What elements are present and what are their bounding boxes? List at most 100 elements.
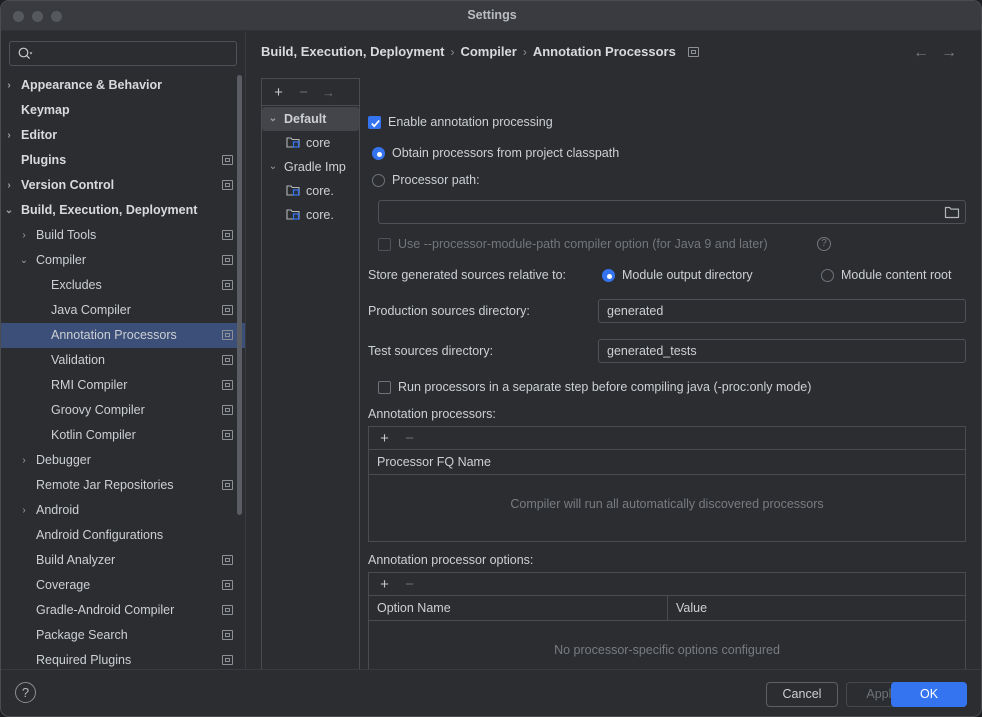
sidebar-item-label: Groovy Compiler (51, 403, 145, 417)
sidebar-item-label: Appearance & Behavior (21, 78, 163, 92)
chevron-down-icon[interactable]: ⌄ (1, 198, 17, 223)
sidebar-item-compiler[interactable]: ⌄ Compiler (1, 248, 245, 273)
nav-back-icon[interactable]: ← (910, 45, 932, 61)
store-relative-label: Store generated sources relative to: (368, 268, 567, 282)
enable-annotation-processing-checkbox[interactable] (368, 116, 381, 129)
settings-sidebar: › Appearance & Behavior Keymap › Editor Plugi… (1, 31, 246, 669)
processors-table-toolbar: + − (369, 427, 965, 450)
test-sources-input[interactable] (598, 339, 966, 363)
sidebar-item-build-analyzer[interactable]: Build Analyzer (1, 548, 245, 573)
processor-module-path-checkbox[interactable] (378, 238, 391, 251)
move-to-profile-button[interactable]: → (319, 83, 338, 102)
module-folder-icon (286, 185, 300, 196)
annotation-processors-table: + − Processor FQ Name Compiler will run … (368, 426, 966, 542)
help-icon[interactable]: ? (15, 682, 36, 703)
profile-item[interactable]: ⌄ Gradle Imp (262, 155, 359, 179)
breadcrumb-segment[interactable]: Compiler (460, 44, 516, 59)
add-option-button[interactable]: + (375, 575, 394, 594)
sidebar-item-version-control[interactable]: › Version Control (1, 173, 245, 198)
module-content-root-radio[interactable] (821, 269, 834, 282)
sidebar-item-label: Java Compiler (51, 303, 131, 317)
settings-content: Build, Execution, Deployment › Compiler › An… (246, 31, 981, 688)
cancel-button[interactable]: Cancel (766, 682, 838, 707)
sidebar-item-appearance-behavior[interactable]: › Appearance & Behavior (1, 73, 245, 98)
obtain-from-classpath-radio[interactable] (372, 147, 385, 160)
project-scope-icon (222, 405, 233, 415)
profile-item[interactable]: core. (262, 203, 359, 227)
project-scope-icon (222, 580, 233, 590)
search-input[interactable] (38, 42, 234, 65)
project-scope-icon (222, 605, 233, 615)
profile-item[interactable]: core (262, 131, 359, 155)
chevron-right-icon[interactable]: › (16, 448, 32, 473)
remove-profile-button[interactable]: − (294, 83, 313, 102)
profile-item[interactable]: ⌄ Default (262, 107, 359, 131)
production-sources-input[interactable] (598, 299, 966, 323)
separate-step-checkbox[interactable] (378, 381, 391, 394)
sidebar-item-rmi-compiler[interactable]: RMI Compiler (1, 373, 245, 398)
sidebar-item-android-configurations[interactable]: Android Configurations (1, 523, 245, 548)
annotation-processor-options-title: Annotation processor options: (368, 553, 534, 567)
chevron-down-icon[interactable]: ⌄ (16, 248, 32, 273)
project-scope-icon (222, 380, 233, 390)
column-value[interactable]: Value (668, 596, 707, 620)
sidebar-item-label: Coverage (36, 578, 91, 592)
project-scope-icon (687, 47, 699, 57)
breadcrumb-segment[interactable]: Annotation Processors (533, 44, 676, 59)
remove-option-button[interactable]: − (400, 575, 419, 594)
sidebar-item-remote-jar-repositories[interactable]: Remote Jar Repositories (1, 473, 245, 498)
sidebar-item-build-execution-deployment[interactable]: ⌄ Build, Execution, Deployment (1, 198, 245, 223)
sidebar-item-groovy-compiler[interactable]: Groovy Compiler (1, 398, 245, 423)
sidebar-item-required-plugins[interactable]: Required Plugins (1, 648, 245, 669)
sidebar-item-plugins[interactable]: Plugins (1, 148, 245, 173)
project-scope-icon (222, 180, 233, 190)
chevron-right-icon[interactable]: › (1, 123, 17, 148)
add-profile-button[interactable]: + (269, 83, 288, 102)
module-output-directory-radio[interactable] (602, 269, 615, 282)
search-box[interactable] (9, 41, 237, 66)
processor-path-radio[interactable] (372, 174, 385, 187)
chevron-down-icon[interactable]: ⌄ (266, 107, 280, 131)
sidebar-item-label: Keymap (21, 103, 70, 117)
chevron-right-icon[interactable]: › (16, 223, 32, 248)
module-output-directory-label: Module output directory (622, 268, 753, 282)
chevron-right-icon[interactable]: › (16, 498, 32, 523)
nav-forward-icon[interactable]: → (938, 45, 960, 61)
sidebar-item-build-tools[interactable]: › Build Tools (1, 223, 245, 248)
annotation-processors-pane: Enable annotation processing Obtain proc… (368, 78, 968, 688)
sidebar-item-label: Annotation Processors (51, 328, 177, 342)
processor-module-path-help-icon[interactable]: ? (817, 237, 831, 251)
sidebar-item-package-search[interactable]: Package Search (1, 623, 245, 648)
sidebar-item-excludes[interactable]: Excludes (1, 273, 245, 298)
folder-icon[interactable] (941, 201, 963, 223)
remove-processor-button[interactable]: − (400, 429, 419, 448)
settings-dialog: Settings › Appearance & Behavior Keymap › Ed… (0, 0, 982, 717)
sidebar-item-label: Debugger (36, 453, 91, 467)
profile-item[interactable]: core. (262, 179, 359, 203)
add-processor-button[interactable]: + (375, 429, 394, 448)
ok-button[interactable]: OK (891, 682, 967, 707)
sidebar-item-kotlin-compiler[interactable]: Kotlin Compiler (1, 423, 245, 448)
search-icon (17, 46, 33, 62)
annotation-processors-table-title: Annotation processors: (368, 407, 496, 421)
breadcrumb-segment[interactable]: Build, Execution, Deployment (261, 44, 444, 59)
sidebar-item-editor[interactable]: › Editor (1, 123, 245, 148)
sidebar-item-java-compiler[interactable]: Java Compiler (1, 298, 245, 323)
sidebar-item-debugger[interactable]: › Debugger (1, 448, 245, 473)
column-processor-fq-name[interactable]: Processor FQ Name (369, 450, 491, 474)
sidebar-item-validation[interactable]: Validation (1, 348, 245, 373)
chevron-down-icon[interactable]: ⌄ (266, 155, 280, 179)
sidebar-item-android[interactable]: › Android (1, 498, 245, 523)
column-option-name[interactable]: Option Name (369, 596, 451, 620)
sidebar-scrollbar[interactable] (237, 75, 242, 515)
profile-item-label: Default (284, 112, 327, 126)
chevron-right-icon[interactable]: › (1, 173, 17, 198)
sidebar-item-annotation-processors[interactable]: Annotation Processors (1, 323, 245, 348)
sidebar-item-coverage[interactable]: Coverage (1, 573, 245, 598)
sidebar-item-gradle-android-compiler[interactable]: Gradle-Android Compiler (1, 598, 245, 623)
chevron-right-icon[interactable]: › (1, 73, 17, 98)
sidebar-item-label: Excludes (51, 278, 102, 292)
processor-path-input[interactable] (378, 200, 966, 224)
sidebar-item-keymap[interactable]: Keymap (1, 98, 245, 123)
sidebar-item-label: Build Tools (36, 228, 97, 242)
